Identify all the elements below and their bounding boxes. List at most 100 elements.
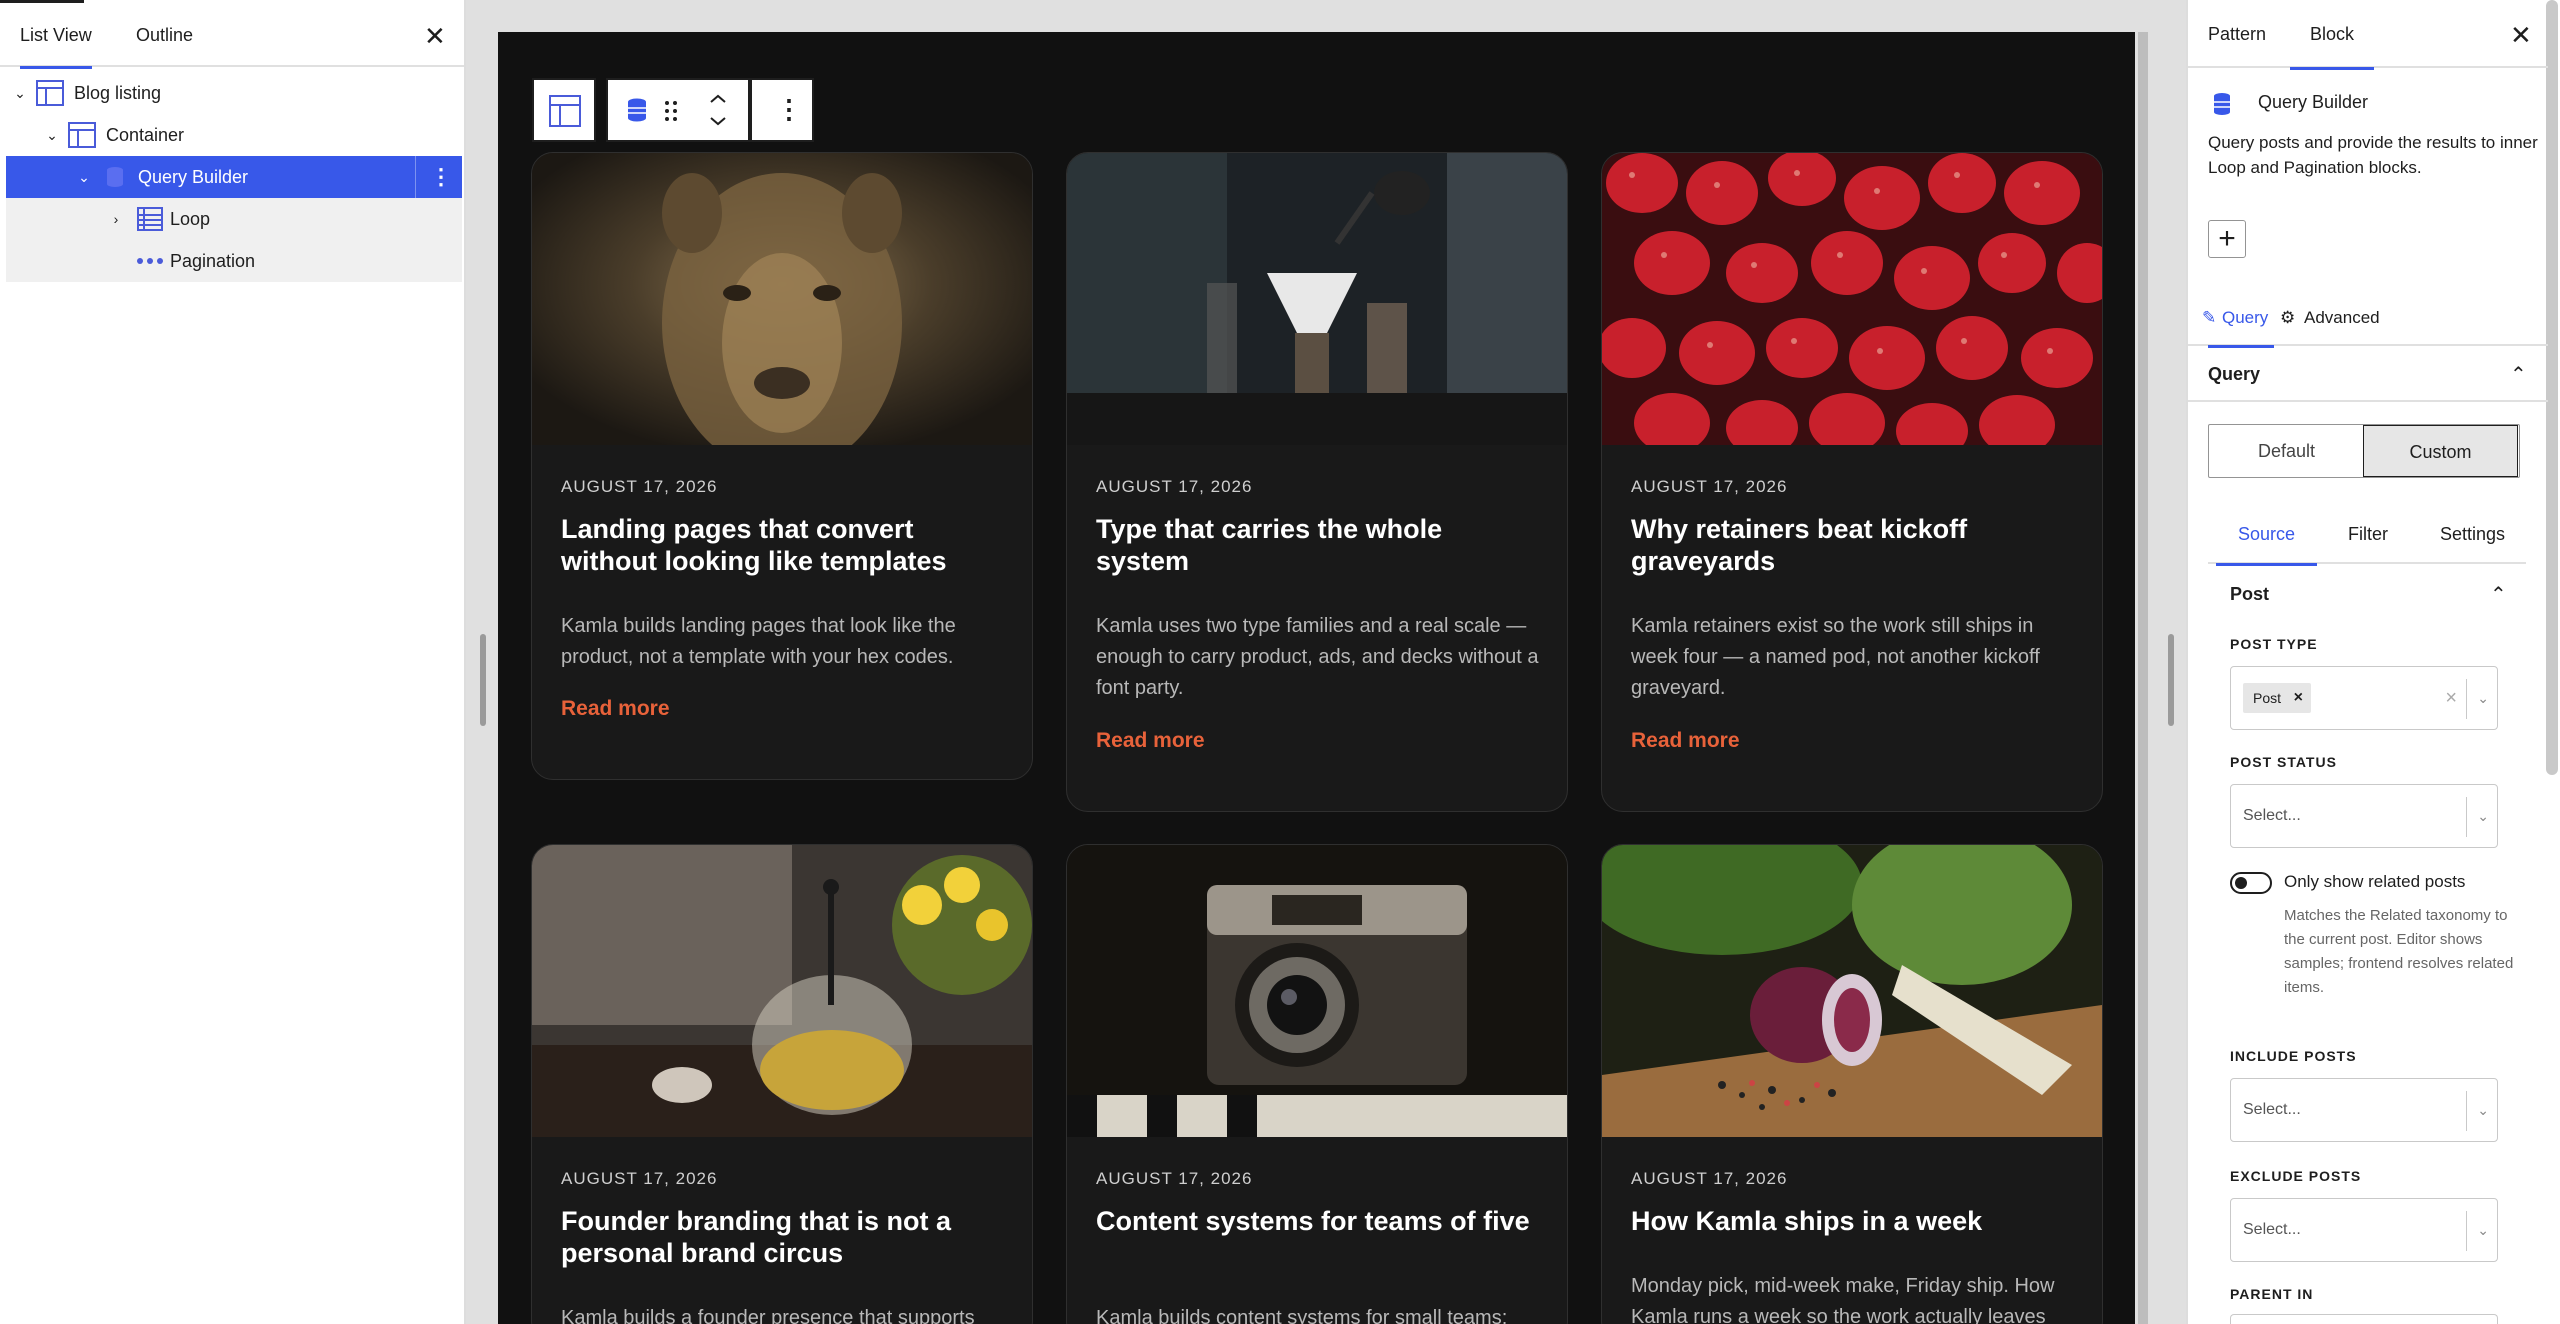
read-more-link[interactable]: Read more (1096, 729, 1205, 753)
chevron-down-icon[interactable]: ⌄ (2477, 1079, 2489, 1141)
post-type-select[interactable]: Post × × ⌄ (2230, 666, 2498, 730)
tab-source[interactable]: Source (2215, 504, 2318, 566)
post-card: AUGUST 17, 2026 Founder branding that is… (531, 844, 1033, 1324)
tree-item-label: Pagination (170, 251, 256, 271)
post-title[interactable]: How Kamla ships in a week (1631, 1205, 2071, 1237)
tree-item-label: Query Builder (138, 167, 249, 187)
block-description: Query posts and provide the results to i… (2208, 133, 2538, 177)
tree-item-loop[interactable]: › Loop (6, 198, 462, 240)
tree-item-label: Container (106, 125, 185, 145)
tab-outline[interactable]: Outline (136, 3, 193, 67)
post-excerpt: Kamla retainers exist so the work still … (1631, 615, 2040, 699)
list-view-panel: List View Outline ✕ ⌄ Blog listing ⌄ Con… (0, 0, 466, 1324)
block-tree: ⌄ Blog listing ⌄ Container ⌄ Query Build… (6, 72, 462, 282)
close-inspector-icon[interactable]: ✕ (2510, 22, 2532, 48)
select-placeholder: Select... (2243, 807, 2301, 824)
chevron-up-icon: ⌃ (2510, 364, 2527, 386)
post-image-onion[interactable] (1602, 845, 2102, 1137)
divider (2466, 1091, 2467, 1131)
post-title[interactable]: Landing pages that convert without looki… (561, 513, 1001, 577)
move-up-down-button[interactable] (696, 80, 740, 140)
parent-in-select[interactable] (2230, 1314, 2498, 1324)
include-posts-select[interactable]: Select... ⌄ (2230, 1078, 2498, 1142)
gear-icon: ⚙ (2280, 308, 2296, 327)
query-section-header[interactable]: Query ⌃ (2188, 350, 2548, 402)
chevron-down-icon[interactable]: ⌄ (2477, 1199, 2489, 1261)
tree-item-query-builder[interactable]: ⌄ Query Builder ⋮ (6, 156, 462, 198)
post-title[interactable]: Type that carries the whole system (1096, 513, 1536, 577)
canvas-scrollbar[interactable] (2138, 32, 2148, 1324)
default-mode-button[interactable]: Default (2209, 425, 2364, 477)
add-block-button[interactable]: + (2208, 220, 2246, 258)
exclude-posts-label: EXCLUDE POSTS (2230, 1168, 2362, 1184)
post-title[interactable]: Why retainers beat kickoff graveyards (1631, 513, 2071, 577)
chevron-down-icon[interactable]: ⌄ (42, 114, 62, 156)
post-date: AUGUST 17, 2026 (561, 477, 718, 496)
tab-list-view[interactable]: List View (20, 3, 92, 69)
read-more-link[interactable]: Read more (1631, 729, 1740, 753)
post-group-title[interactable]: Post (2230, 584, 2269, 605)
tree-item-container[interactable]: ⌄ Container (6, 114, 462, 156)
post-image-coffee[interactable] (1067, 153, 1567, 445)
teapot-image (532, 845, 1032, 1137)
section-title: Query (2208, 364, 2261, 384)
post-card: AUGUST 17, 2026 Why retainers beat kicko… (1601, 152, 2103, 812)
chevron-right-icon[interactable]: › (106, 198, 126, 240)
left-resize-handle[interactable] (480, 634, 486, 726)
divider (415, 156, 416, 198)
more-options-icon[interactable]: ⋮ (430, 156, 452, 198)
post-image-teapot[interactable] (532, 845, 1032, 1137)
tab-query[interactable]: ✎ Query (2202, 290, 2275, 348)
post-status-select[interactable]: Select... ⌄ (2230, 784, 2498, 848)
right-resize-handle[interactable] (2168, 634, 2174, 726)
post-title[interactable]: Content systems for teams of five (1096, 1205, 1536, 1237)
exclude-posts-select[interactable]: Select... ⌄ (2230, 1198, 2498, 1262)
chevron-down-icon[interactable]: ⌄ (10, 72, 30, 114)
custom-mode-button[interactable]: Custom (2363, 425, 2518, 477)
chevron-up-icon[interactable]: ⌃ (2490, 582, 2507, 607)
settings-tabs: ✎ Query ⚙ Advanced (2188, 290, 2548, 348)
post-image-lioness[interactable] (532, 153, 1032, 445)
coffee-brewing-image (1067, 153, 1567, 445)
drag-handle[interactable] (654, 80, 688, 140)
query-source-tabs: Source Filter Settings (2208, 504, 2526, 566)
group-block-icon (549, 95, 581, 127)
post-image-strawberries[interactable] (1602, 153, 2102, 445)
clear-icon[interactable]: × (2445, 667, 2457, 729)
post-card: AUGUST 17, 2026 Content systems for team… (1066, 844, 1568, 1324)
pencil-icon: ✎ (2202, 308, 2217, 327)
lioness-image (532, 153, 1032, 445)
tab-block[interactable]: Block (2289, 0, 2375, 70)
post-image-camera[interactable] (1067, 845, 1567, 1137)
more-options-icon: ⋮ (776, 94, 802, 124)
post-date: AUGUST 17, 2026 (1631, 477, 1788, 496)
tab-pattern[interactable]: Pattern (2208, 0, 2266, 68)
tree-item-pagination[interactable]: Pagination (6, 240, 462, 282)
post-excerpt: Monday pick, mid-week make, Friday ship.… (1631, 1275, 2055, 1324)
post-status-label: POST STATUS (2230, 754, 2337, 770)
close-list-view-icon[interactable]: ✕ (424, 23, 446, 49)
strawberries-image (1602, 153, 2102, 445)
tab-settings[interactable]: Settings (2440, 504, 2505, 564)
parent-block-button[interactable] (532, 78, 596, 142)
remove-chip-icon[interactable]: × (2294, 683, 2303, 713)
loop-block-icon (137, 207, 163, 231)
tab-advanced-label: Advanced (2304, 308, 2380, 327)
tab-advanced[interactable]: ⚙ Advanced (2280, 290, 2380, 346)
post-excerpt: Kamla uses two type families and a real … (1096, 615, 1539, 699)
post-title[interactable]: Founder branding that is not a personal … (561, 1205, 1001, 1269)
block-inspector: Pattern Block ✕ Query Builder Query post… (2186, 0, 2560, 1324)
drag-handle-icon (665, 101, 677, 121)
select-placeholder: Select... (2243, 1221, 2301, 1238)
chevron-down-icon[interactable]: ⌄ (74, 156, 94, 198)
tab-filter[interactable]: Filter (2348, 504, 2388, 564)
toggle-label: Only show related posts (2284, 872, 2466, 891)
chevron-down-icon[interactable]: ⌄ (2477, 667, 2489, 729)
read-more-link[interactable]: Read more (561, 697, 670, 721)
related-posts-toggle[interactable] (2230, 872, 2272, 894)
post-card: AUGUST 17, 2026 Landing pages that conve… (531, 152, 1033, 780)
block-options-button[interactable]: ⋮ (750, 78, 814, 142)
chevron-down-icon[interactable]: ⌄ (2477, 785, 2489, 847)
tree-item-blog-listing[interactable]: ⌄ Blog listing (6, 72, 462, 114)
pagination-icon (137, 258, 163, 264)
